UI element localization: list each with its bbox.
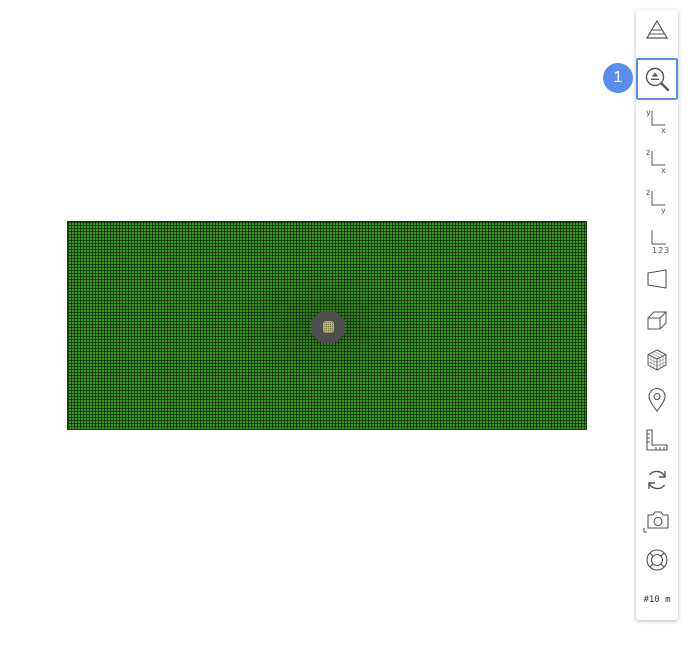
cube-icon [647, 349, 667, 371]
zoom-fit-button[interactable] [636, 58, 678, 100]
rotate-icon [648, 470, 666, 490]
axes-123-icon: 123 [651, 230, 670, 254]
axes-zx-icon: z x [646, 148, 666, 174]
step-callout-badge: 1 [603, 63, 633, 93]
ruler-icon [646, 429, 668, 451]
svg-text:z: z [646, 188, 650, 197]
zoom-fit-icon [645, 67, 670, 92]
view-zy-button[interactable]: z y [637, 180, 677, 220]
view-xy-button[interactable]: y x [637, 100, 677, 140]
view-123-button[interactable]: 123 [637, 220, 677, 260]
screenshot-button[interactable] [637, 500, 677, 540]
svg-text:123: 123 [652, 246, 670, 254]
svg-text:y: y [646, 108, 651, 117]
location-pin-icon [648, 388, 666, 412]
axes-xy-icon: y x [646, 108, 666, 134]
face-icon [647, 269, 667, 289]
finite-element-mesh[interactable] [67, 221, 587, 430]
mesh-viewport[interactable] [0, 0, 630, 651]
orbit-button[interactable] [637, 540, 677, 580]
axes-zy-icon: z y [646, 188, 666, 214]
svg-text:z: z [646, 148, 650, 157]
scale-bar-label: #10 m [643, 595, 671, 605]
box-view-button[interactable] [637, 300, 677, 340]
pyramid-icon [645, 19, 669, 39]
svg-text:x: x [661, 126, 666, 134]
svg-text:y: y [661, 206, 666, 214]
box-icon [647, 311, 668, 330]
mesh-hole-core [323, 321, 334, 333]
rotate-button[interactable] [637, 460, 677, 500]
view-toolbar: y x z x z y 123 #10 m [636, 10, 678, 620]
scale-bar-button[interactable]: #10 m [637, 580, 677, 620]
lifebuoy-icon [646, 549, 668, 571]
svg-text:x: x [661, 166, 666, 174]
perspective-button[interactable] [637, 10, 677, 50]
camera-icon [643, 511, 669, 533]
cube-view-button[interactable] [637, 340, 677, 380]
pin-button[interactable] [637, 380, 677, 420]
face-view-button[interactable] [637, 260, 677, 300]
view-zx-button[interactable]: z x [637, 140, 677, 180]
ruler-button[interactable] [637, 420, 677, 460]
